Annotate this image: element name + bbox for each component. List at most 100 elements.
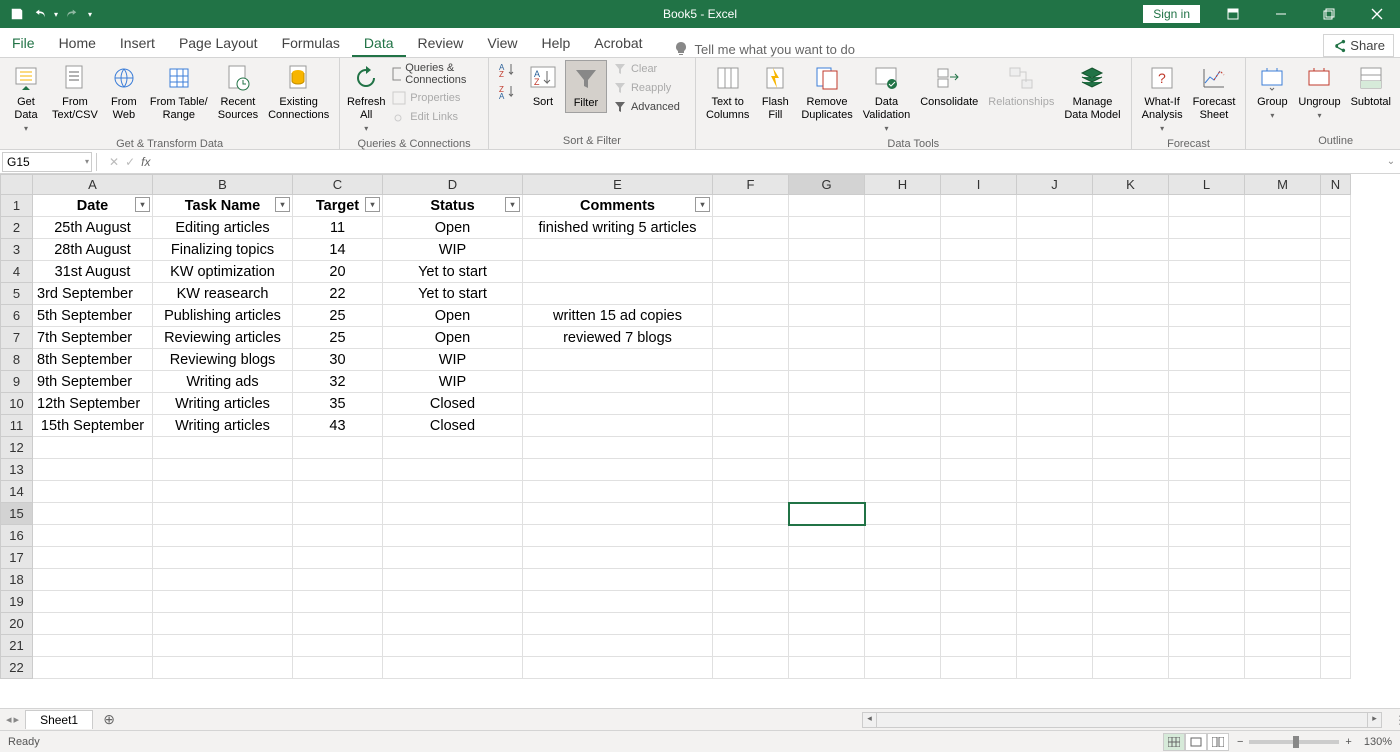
cell-J9[interactable] xyxy=(1017,371,1093,393)
filter-dropdown-A[interactable]: ▾ xyxy=(135,197,150,212)
cell-M20[interactable] xyxy=(1245,613,1321,635)
column-header-K[interactable]: K xyxy=(1093,175,1169,195)
cell-K17[interactable] xyxy=(1093,547,1169,569)
data-validation-button[interactable]: Data Validation▾ xyxy=(859,60,915,136)
manage-data-model-button[interactable]: Manage Data Model xyxy=(1060,60,1124,124)
row-header-20[interactable]: 20 xyxy=(1,613,33,635)
cell-E4[interactable] xyxy=(523,261,713,283)
cell-D17[interactable] xyxy=(383,547,523,569)
cell-B21[interactable] xyxy=(153,635,293,657)
cell-B18[interactable] xyxy=(153,569,293,591)
cell-E7[interactable]: reviewed 7 blogs xyxy=(523,327,713,349)
cell-M8[interactable] xyxy=(1245,349,1321,371)
normal-view-button[interactable] xyxy=(1163,733,1185,751)
cell-F22[interactable] xyxy=(713,657,789,679)
cell-J10[interactable] xyxy=(1017,393,1093,415)
cell-K16[interactable] xyxy=(1093,525,1169,547)
cell-L20[interactable] xyxy=(1169,613,1245,635)
cell-H2[interactable] xyxy=(865,217,941,239)
cell-J22[interactable] xyxy=(1017,657,1093,679)
cell-N3[interactable] xyxy=(1321,239,1351,261)
cell-K14[interactable] xyxy=(1093,481,1169,503)
cell-B9[interactable]: Writing ads xyxy=(153,371,293,393)
cell-I7[interactable] xyxy=(941,327,1017,349)
cell-F19[interactable] xyxy=(713,591,789,613)
column-header-B[interactable]: B xyxy=(153,175,293,195)
from-web-button[interactable]: From Web xyxy=(104,60,144,124)
cell-G15[interactable] xyxy=(789,503,865,525)
cell-C11[interactable]: 43 xyxy=(293,415,383,437)
cell-C19[interactable] xyxy=(293,591,383,613)
tab-insert[interactable]: Insert xyxy=(108,29,167,57)
cell-D6[interactable]: Open xyxy=(383,305,523,327)
cell-K11[interactable] xyxy=(1093,415,1169,437)
cell-G16[interactable] xyxy=(789,525,865,547)
cell-K21[interactable] xyxy=(1093,635,1169,657)
cell-C7[interactable]: 25 xyxy=(293,327,383,349)
cell-N22[interactable] xyxy=(1321,657,1351,679)
cell-F5[interactable] xyxy=(713,283,789,305)
cell-B8[interactable]: Reviewing blogs xyxy=(153,349,293,371)
cell-I2[interactable] xyxy=(941,217,1017,239)
cell-E5[interactable] xyxy=(523,283,713,305)
cell-M2[interactable] xyxy=(1245,217,1321,239)
cell-F4[interactable] xyxy=(713,261,789,283)
cell-L13[interactable] xyxy=(1169,459,1245,481)
save-icon[interactable] xyxy=(6,3,28,25)
tab-review[interactable]: Review xyxy=(406,29,476,57)
row-header-8[interactable]: 8 xyxy=(1,349,33,371)
row-header-5[interactable]: 5 xyxy=(1,283,33,305)
cell-E17[interactable] xyxy=(523,547,713,569)
column-header-I[interactable]: I xyxy=(941,175,1017,195)
cell-D9[interactable]: WIP xyxy=(383,371,523,393)
cell-J20[interactable] xyxy=(1017,613,1093,635)
cell-F20[interactable] xyxy=(713,613,789,635)
column-header-M[interactable]: M xyxy=(1245,175,1321,195)
cell-F11[interactable] xyxy=(713,415,789,437)
cell-J12[interactable] xyxy=(1017,437,1093,459)
cell-A7[interactable]: 7th September xyxy=(33,327,153,349)
cell-D2[interactable]: Open xyxy=(383,217,523,239)
cell-J16[interactable] xyxy=(1017,525,1093,547)
column-header-A[interactable]: A xyxy=(33,175,153,195)
cell-A3[interactable]: 28th August xyxy=(33,239,153,261)
text-to-columns-button[interactable]: Text to Columns xyxy=(702,60,753,124)
zoom-in-button[interactable]: + xyxy=(1345,736,1351,748)
cell-H4[interactable] xyxy=(865,261,941,283)
cell-H19[interactable] xyxy=(865,591,941,613)
cell-E10[interactable] xyxy=(523,393,713,415)
cell-M22[interactable] xyxy=(1245,657,1321,679)
cell-D19[interactable] xyxy=(383,591,523,613)
zoom-level[interactable]: 130% xyxy=(1364,736,1392,748)
cell-A1[interactable]: Date▾ xyxy=(33,195,153,217)
cell-J1[interactable] xyxy=(1017,195,1093,217)
cell-I8[interactable] xyxy=(941,349,1017,371)
cell-D3[interactable]: WIP xyxy=(383,239,523,261)
cell-K7[interactable] xyxy=(1093,327,1169,349)
cell-I12[interactable] xyxy=(941,437,1017,459)
cell-I14[interactable] xyxy=(941,481,1017,503)
cell-G19[interactable] xyxy=(789,591,865,613)
cell-B11[interactable]: Writing articles xyxy=(153,415,293,437)
cell-N13[interactable] xyxy=(1321,459,1351,481)
name-box[interactable]: G15▾ xyxy=(2,152,92,172)
cell-A6[interactable]: 5th September xyxy=(33,305,153,327)
cell-H11[interactable] xyxy=(865,415,941,437)
cell-E13[interactable] xyxy=(523,459,713,481)
cell-I3[interactable] xyxy=(941,239,1017,261)
cell-H14[interactable] xyxy=(865,481,941,503)
cell-I18[interactable] xyxy=(941,569,1017,591)
cell-G11[interactable] xyxy=(789,415,865,437)
cell-C14[interactable] xyxy=(293,481,383,503)
cell-L6[interactable] xyxy=(1169,305,1245,327)
cell-J18[interactable] xyxy=(1017,569,1093,591)
cell-L19[interactable] xyxy=(1169,591,1245,613)
cell-K20[interactable] xyxy=(1093,613,1169,635)
sheet-nav-next-icon[interactable]: ▸ xyxy=(14,713,20,726)
cell-E18[interactable] xyxy=(523,569,713,591)
cell-A2[interactable]: 25th August xyxy=(33,217,153,239)
cell-L9[interactable] xyxy=(1169,371,1245,393)
cell-A9[interactable]: 9th September xyxy=(33,371,153,393)
cell-H16[interactable] xyxy=(865,525,941,547)
cell-F8[interactable] xyxy=(713,349,789,371)
